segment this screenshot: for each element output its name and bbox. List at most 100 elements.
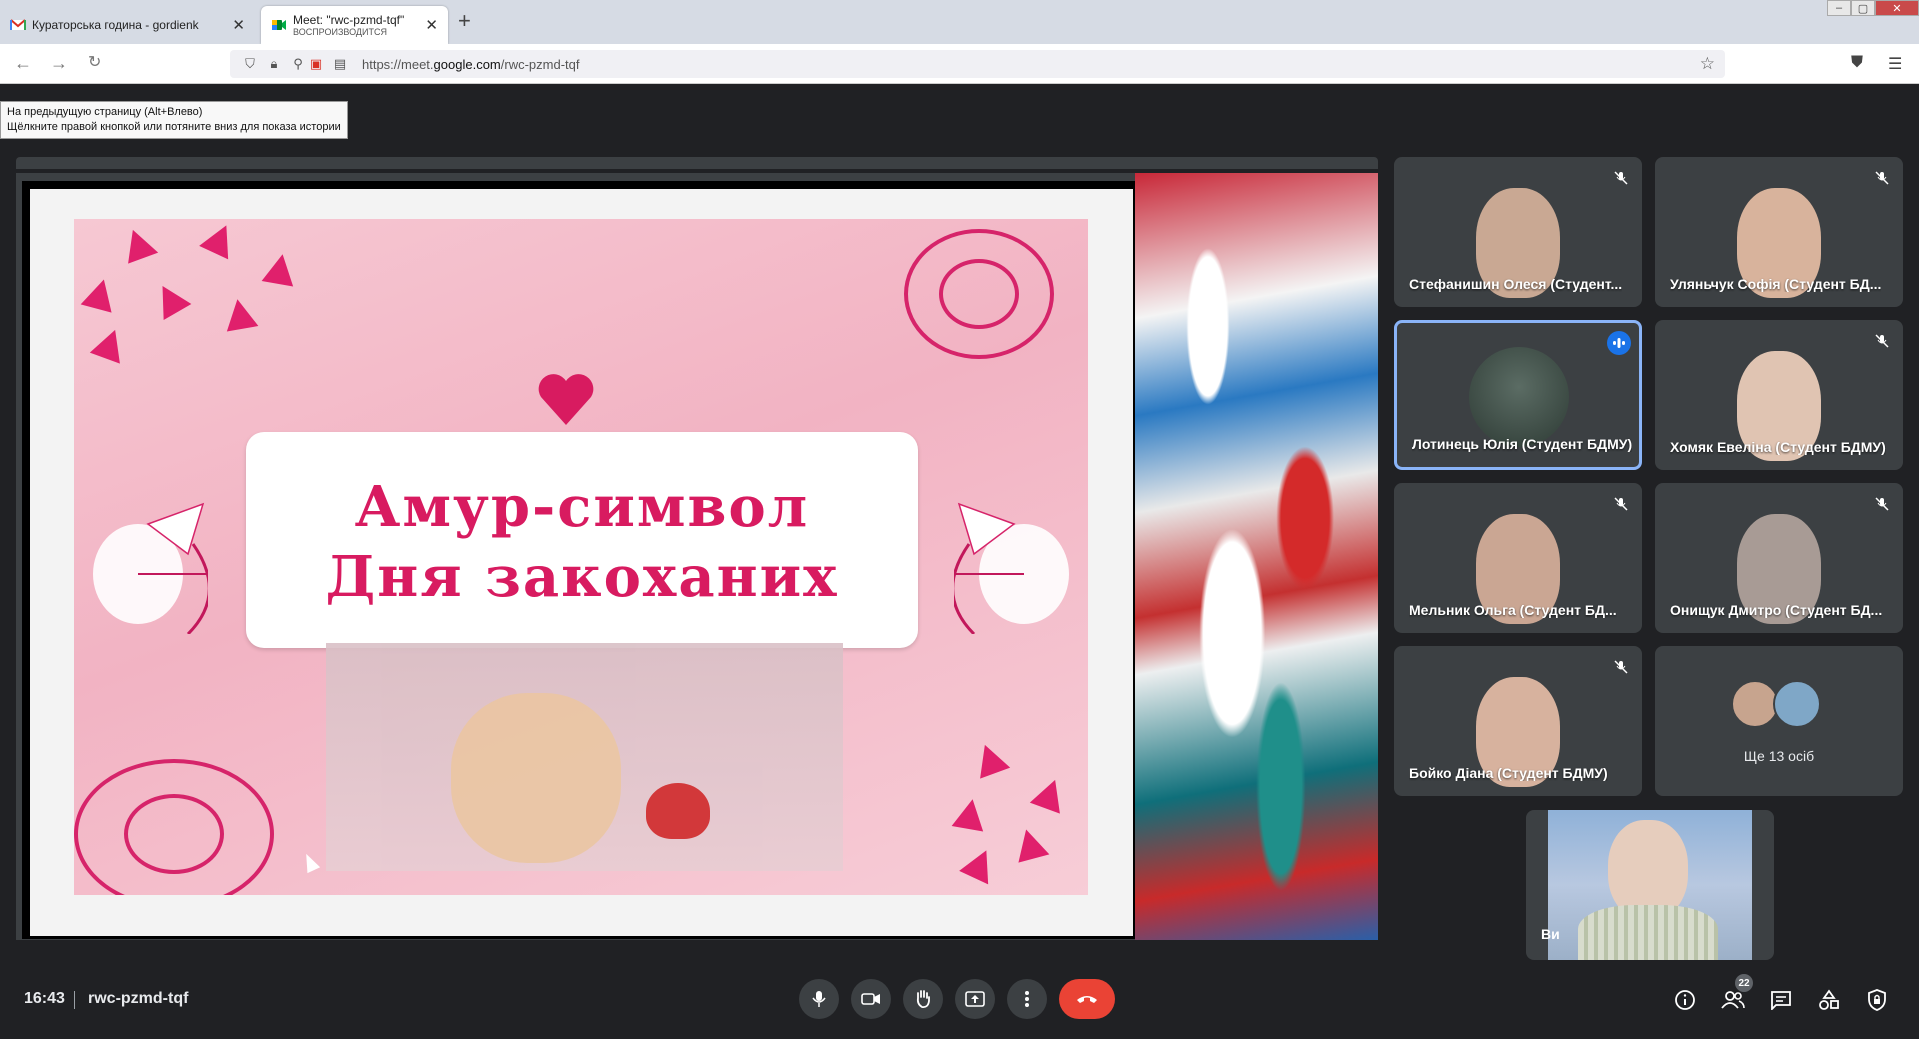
petal-shape [148,278,192,320]
leave-call-button[interactable] [1059,979,1115,1019]
maximize-icon[interactable]: ▢ [1851,0,1875,16]
bookmark-star-icon[interactable]: ☆ [1700,54,1715,74]
camera-sharing-icon[interactable]: ▣ [308,56,324,72]
url-domain: google.com [433,56,501,72]
lock-icon[interactable]: 🔒︎ [266,56,282,72]
activities-icon [1819,989,1839,1010]
permissions-icon[interactable]: ⚲ [290,56,306,72]
petal-shape [261,251,299,287]
forward-arrow-icon[interactable]: → [50,53,68,73]
participant-avatar [1469,347,1569,447]
more-options-button[interactable] [1007,979,1047,1019]
shared-screen: Амур-символ Дня закоханих [22,181,1135,939]
presentation-header-bar [16,157,1378,169]
host-controls-button[interactable] [1865,988,1889,1012]
meet-control-bar: 16:43 rwc-pzmd-tqf 22 [0,960,1919,1039]
chat-icon [1771,991,1791,1010]
microphone-icon [812,991,826,1007]
meeting-time: 16:43 [24,990,65,1007]
participant-name: Стефанишин Олеся (Студент... [1409,276,1623,292]
minimize-icon[interactable]: – [1827,0,1851,16]
tab-gmail[interactable]: Кураторська година - gordienk ✕ [0,6,255,44]
participant-name: Лотинець Юлія (Студент БДМУ) [1412,436,1633,452]
petal-shape [80,275,120,313]
back-arrow-icon[interactable]: ← [14,53,32,73]
tab-meet[interactable]: Meet: "rwc-pzmd-tqf" ВОСПРОИЗВОДИТСЯ ✕ [261,6,448,44]
petal-shape [117,224,159,264]
petal-shape [221,296,259,332]
self-sweater [1578,905,1718,960]
participant-name: Онищук Дмитро (Студент БД... [1670,602,1883,618]
participant-tile[interactable]: Онищук Дмитро (Студент БД... [1655,483,1903,633]
speaking-indicator-icon [1607,331,1631,355]
shield-icon[interactable]: ⛉ [242,56,258,72]
present-screen-button[interactable] [955,979,995,1019]
more-vert-icon [1025,991,1029,1007]
shield-lock-icon [1868,989,1886,1011]
more-participants-tile[interactable]: Ще 13 осіб [1655,646,1903,796]
gmail-icon [10,19,26,30]
close-icon[interactable]: ✕ [425,16,438,34]
menu-icon[interactable]: ☰ [1888,54,1902,74]
activities-button[interactable] [1817,988,1841,1012]
participant-tile-speaking[interactable]: Лотинець Юлія (Студент БДМУ) [1394,320,1642,470]
camera-icon [861,993,880,1005]
slide-title-line1: Амур-символ [354,474,810,540]
participants-count-badge: 22 [1735,974,1753,992]
chat-button[interactable] [1769,988,1793,1012]
participant-tile[interactable]: Мельник Ольга (Студент БД... [1394,483,1642,633]
reload-icon[interactable]: ↻ [88,53,101,73]
url-bar[interactable]: ⛉ 🔒︎ ⚲ ▣ ▤ https://meet.google.com/rwc-p… [230,50,1725,78]
meet-icon [272,20,286,30]
window-close-icon[interactable]: ✕ [1875,0,1919,16]
info-icon [1675,990,1695,1010]
presentation-stage: Амур-символ Дня закоханих [16,173,1378,940]
tab-title: Кураторська година - gordienk [32,18,199,32]
close-icon[interactable]: ✕ [232,16,245,34]
participant-name: Бойко Діана (Студент БДМУ) [1409,765,1608,781]
raise-hand-button[interactable] [903,979,943,1019]
divider [74,991,75,1009]
fluid-art-background [1135,173,1378,940]
petal-shape [969,739,1011,779]
slide-title-box: Амур-символ Дня закоханих [246,432,918,648]
more-participants-label: Ще 13 осіб [1743,748,1815,764]
slide: Амур-символ Дня закоханих [74,219,1088,895]
url-text[interactable]: https://meet.google.com/rwc-pzmd-tqf [362,57,580,72]
avatar [1773,680,1821,728]
participant-tile[interactable]: Бойко Діана (Студент БДМУ) [1394,646,1642,796]
participant-tile[interactable]: Хомяк Евеліна (Студент БДМУ) [1655,320,1903,470]
mic-off-icon [1871,493,1893,515]
petal-shape [89,324,131,364]
petal-shape [199,219,241,260]
participant-tile[interactable]: Уляньчук Софія (Студент БД... [1655,157,1903,307]
participant-name: Хомяк Евеліна (Студент БДМУ) [1670,439,1886,455]
url-path: /rwc-pzmd-tqf [500,56,580,72]
present-icon [965,991,985,1007]
new-tab-button[interactable]: + [458,10,471,32]
avatar [1731,680,1779,728]
url-prefix: https://meet. [362,56,434,72]
rose-outline [124,794,224,874]
camera-button[interactable] [851,979,891,1019]
reader-view-icon[interactable]: ▤ [332,56,348,72]
back-button-tooltip: На предыдущую страницу (Alt+Влево) Щёлкн… [0,101,348,139]
heart-icon [538,374,594,425]
hand-icon [916,990,930,1009]
petal-shape [959,843,1001,885]
cupid-angel-right [954,502,1069,634]
microphone-button[interactable] [799,979,839,1019]
participant-tile[interactable]: Стефанишин Олеся (Студент... [1394,157,1642,307]
self-view-tile[interactable]: Ви [1526,810,1774,960]
more-participants-avatars [1731,680,1821,728]
meeting-details-button[interactable] [1673,988,1697,1012]
cupid-heart [646,783,710,839]
self-label: Ви [1541,926,1560,942]
people-button[interactable]: 22 [1721,974,1753,1012]
slide-canvas: Амур-символ Дня закоханих [30,189,1133,936]
pocket-icon[interactable]: ⛊ [1851,54,1863,72]
meeting-code: rwc-pzmd-tqf [88,990,189,1007]
end-call-icon [1077,996,1097,1003]
cupid-body [451,693,621,863]
window-controls: – ▢ ✕ [1827,0,1919,16]
